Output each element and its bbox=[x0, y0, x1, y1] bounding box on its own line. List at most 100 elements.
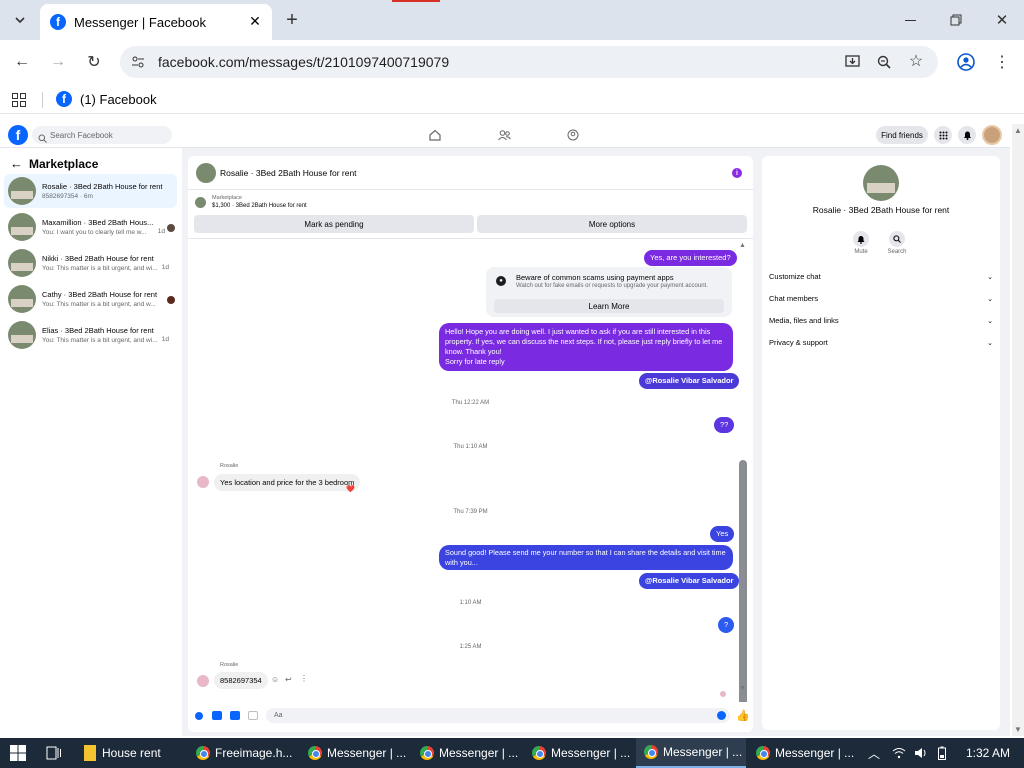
taskbar-item-chrome[interactable]: Freeimage.h... bbox=[196, 738, 292, 768]
listing-thumbnail bbox=[8, 213, 36, 241]
conversation-item[interactable]: Maxamillion · 3Bed 2Bath Hous... You: I w… bbox=[4, 210, 177, 244]
battery-icon[interactable] bbox=[938, 738, 946, 768]
listing-large-thumbnail[interactable] bbox=[863, 165, 899, 201]
friends-icon[interactable] bbox=[497, 128, 511, 142]
address-bar[interactable]: facebook.com/messages/t/2101097400719079… bbox=[120, 46, 938, 78]
find-friends-button[interactable]: Find friends bbox=[876, 126, 928, 144]
restore-icon[interactable] bbox=[946, 10, 966, 30]
bookmarks-divider bbox=[42, 92, 43, 108]
timestamp: Thu 12:22 AM bbox=[451, 400, 490, 406]
page-scrollbar[interactable]: ▲ ▼ bbox=[1012, 124, 1024, 736]
facebook-search-input[interactable]: Search Facebook bbox=[32, 126, 172, 144]
tab-title: Messenger | Facebook bbox=[74, 14, 206, 30]
menu-grid-icon[interactable] bbox=[934, 126, 952, 144]
site-info-icon[interactable] bbox=[130, 54, 146, 70]
heart-reaction[interactable]: ❤️ bbox=[346, 485, 355, 493]
header-divider bbox=[188, 189, 753, 190]
tab-indicator bbox=[392, 0, 440, 2]
gif-icon[interactable] bbox=[248, 711, 258, 720]
message-input[interactable]: Aa bbox=[266, 708, 730, 723]
tray-chevron-icon[interactable]: ︿ bbox=[868, 738, 880, 768]
conversation-preview: You: This matter is a bit urgent, and wi… bbox=[42, 337, 158, 344]
taskbar-item-chrome[interactable]: Messenger | ... bbox=[308, 738, 406, 768]
chevron-down-icon: ⌄ bbox=[987, 317, 993, 325]
taskbar-item-chrome-active[interactable]: Messenger | ... bbox=[636, 738, 746, 768]
chat-members-item[interactable]: Chat members ⌄ bbox=[769, 294, 993, 303]
back-arrow-icon[interactable]: ← bbox=[10, 156, 23, 171]
close-tab-icon[interactable]: ✕ bbox=[248, 13, 262, 29]
taskbar-label: Messenger | ... bbox=[551, 746, 631, 760]
mention-tag[interactable]: @Rosalie Vibar Salvador bbox=[639, 373, 740, 389]
privacy-support-item[interactable]: Privacy & support ⌄ bbox=[769, 338, 993, 347]
profile-icon[interactable] bbox=[956, 52, 976, 72]
wifi-icon[interactable] bbox=[892, 738, 906, 768]
chat-avatar[interactable] bbox=[196, 163, 216, 183]
close-window-icon[interactable]: ✕ bbox=[992, 10, 1012, 30]
tab-search-icon[interactable] bbox=[8, 8, 32, 32]
conversation-item[interactable]: Nikki · 3Bed 2Bath House for rent You: Th… bbox=[4, 246, 177, 280]
install-app-icon[interactable] bbox=[844, 54, 860, 70]
sender-avatar[interactable] bbox=[197, 476, 209, 488]
sticker-icon[interactable] bbox=[230, 711, 240, 720]
taskbar-item-chrome[interactable]: Messenger | ... bbox=[532, 738, 630, 768]
minimize-icon[interactable] bbox=[900, 10, 920, 30]
listing-mini-thumbnail bbox=[195, 197, 206, 208]
taskbar-item-chrome[interactable]: Messenger | ... bbox=[756, 738, 854, 768]
react-icon[interactable]: ☺ bbox=[271, 675, 279, 684]
facebook-search[interactable]: Search Facebook bbox=[32, 126, 172, 144]
chat-scrollbar[interactable]: ▲ bbox=[738, 242, 748, 732]
mark-pending-button[interactable]: Mark as pending bbox=[194, 215, 474, 233]
conversation-title: Nikki · 3Bed 2Bath House for rent bbox=[42, 254, 154, 263]
chrome-menu-icon[interactable]: ⋮ bbox=[992, 52, 1012, 72]
folder-icon bbox=[84, 745, 96, 761]
tab-messenger[interactable]: f Messenger | Facebook ✕ bbox=[40, 4, 272, 40]
bookmark-facebook[interactable]: f (1) Facebook bbox=[56, 91, 157, 107]
customize-chat-item[interactable]: Customize chat ⌄ bbox=[769, 272, 993, 281]
more-options-button[interactable]: More options bbox=[477, 215, 747, 233]
more-actions-icon[interactable]: ⋮ bbox=[300, 674, 308, 683]
media-files-links-item[interactable]: Media, files and links ⌄ bbox=[769, 316, 993, 325]
message-incoming: Yes location and price for the 3 bedroom bbox=[214, 474, 361, 491]
bookmark-star-icon[interactable]: ☆ bbox=[908, 53, 924, 70]
new-tab-icon[interactable]: + bbox=[282, 8, 302, 32]
facebook-logo-icon[interactable]: f bbox=[8, 125, 28, 145]
taskbar-item-chrome[interactable]: Messenger | ... bbox=[420, 738, 518, 768]
message-outgoing: ? bbox=[718, 617, 735, 633]
task-view-icon[interactable] bbox=[46, 738, 62, 768]
sender-avatar[interactable] bbox=[197, 675, 209, 687]
taskbar-label: Messenger | ... bbox=[439, 746, 519, 760]
volume-icon[interactable] bbox=[914, 738, 928, 768]
thumbs-up-icon[interactable]: 👍 bbox=[736, 709, 750, 722]
forward-icon[interactable]: → bbox=[48, 52, 68, 72]
microphone-icon[interactable] bbox=[195, 712, 203, 720]
reload-icon[interactable]: ↻ bbox=[84, 52, 104, 72]
conversation-item[interactable]: Cathy · 3Bed 2Bath House for rent You: Th… bbox=[4, 282, 177, 316]
marketplace-title: Marketplace bbox=[29, 156, 99, 171]
home-icon[interactable] bbox=[428, 128, 442, 142]
emoji-icon[interactable] bbox=[717, 711, 726, 720]
chat-title[interactable]: Rosalie · 3Bed 2Bath House for rent bbox=[220, 168, 357, 178]
photo-icon[interactable] bbox=[212, 711, 222, 720]
conversation-item[interactable]: Elias · 3Bed 2Bath House for rent You: Th… bbox=[4, 318, 177, 352]
clock-time[interactable]: 1:32 AM bbox=[966, 738, 1010, 768]
scroll-down-arrow-icon[interactable]: ▼ bbox=[739, 685, 746, 692]
notifications-icon[interactable] bbox=[958, 126, 976, 144]
info-icon[interactable]: i bbox=[732, 168, 742, 178]
listing-price[interactable]: $1,300 · 3Bed 2Bath House for rent bbox=[212, 203, 307, 209]
conversation-item[interactable]: Rosalie · 3Bed 2Bath House for rent 85826… bbox=[4, 174, 177, 208]
conversation-list: ← Marketplace Rosalie · 3Bed 2Bath House… bbox=[0, 148, 182, 736]
mute-bell-icon[interactable] bbox=[853, 231, 869, 247]
account-avatar[interactable] bbox=[982, 125, 1002, 145]
panel-item-label: Chat members bbox=[769, 294, 819, 303]
learn-more-button[interactable]: Learn More bbox=[494, 299, 724, 313]
search-icon[interactable] bbox=[889, 231, 905, 247]
taskbar-label: House rent bbox=[102, 746, 161, 760]
mention-tag[interactable]: @Rosalie Vibar Salvador bbox=[639, 573, 740, 589]
zoom-icon[interactable] bbox=[876, 54, 892, 70]
taskbar-item-explorer[interactable]: House rent bbox=[84, 738, 161, 768]
reply-icon[interactable]: ↩ bbox=[285, 675, 292, 684]
start-windows-icon[interactable] bbox=[10, 738, 26, 768]
back-icon[interactable]: ← bbox=[12, 52, 32, 72]
groups-icon[interactable] bbox=[566, 128, 580, 142]
apps-grid-icon[interactable] bbox=[12, 93, 26, 107]
